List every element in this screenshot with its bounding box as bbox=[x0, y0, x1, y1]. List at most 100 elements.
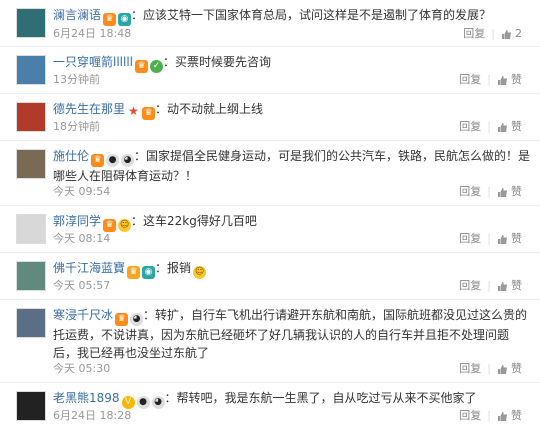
avatar[interactable] bbox=[16, 102, 46, 132]
like-label: 赞 bbox=[511, 409, 522, 422]
username-link[interactable]: 一只穿喱箭llllll bbox=[53, 55, 133, 69]
gray-icon: ● bbox=[106, 154, 120, 167]
like-button[interactable]: 赞 bbox=[497, 120, 522, 134]
comment-time: 6月24日 18:48 bbox=[53, 27, 132, 40]
divider: | bbox=[487, 409, 491, 422]
like-button[interactable]: 赞 bbox=[497, 409, 522, 423]
comment-item: 德先生在那里 ★ ♛ ：动不动就上纲上线 18分钟前 回复 | 赞 bbox=[0, 94, 540, 141]
username-link[interactable]: 澜言澜语 bbox=[53, 8, 101, 22]
comment-actions: 回复 | 赞 bbox=[459, 362, 522, 376]
member-icon: ♛ bbox=[103, 219, 117, 232]
comment-item: 一只穿喱箭llllll ♛ ✓ ：买票时候要先咨询 13分钟前 回复 | 赞 bbox=[0, 47, 540, 94]
panda-icon: ◕ bbox=[130, 313, 144, 326]
like-button[interactable]: 赞 bbox=[497, 185, 522, 199]
comment-text-line: 老黑熊1898 V ● ◕ ：帮转吧，我是东航一生黑了，自从吃过亏从来不买他家了 bbox=[53, 389, 532, 409]
reply-button[interactable]: 回复 bbox=[463, 27, 485, 41]
divider: | bbox=[487, 362, 491, 375]
comment-text-line: 澜言澜语 ♛ ◉ ：应该艾特一下国家体育总局，试问这样是不是遏制了体育的发展？ bbox=[53, 6, 532, 26]
reply-button[interactable]: 回复 bbox=[459, 409, 481, 423]
gray-icon: ● bbox=[136, 396, 150, 409]
thumbs-up-icon bbox=[497, 187, 508, 198]
thumbs-up-icon bbox=[497, 234, 508, 245]
username-link[interactable]: 郭淳同学 bbox=[53, 214, 101, 228]
reply-button[interactable]: 回复 bbox=[459, 232, 481, 246]
username-link[interactable]: 佛千江海蓝寶 bbox=[53, 261, 125, 275]
comment-time: 今天 09:54 bbox=[53, 185, 111, 198]
reply-button[interactable]: 回复 bbox=[459, 362, 481, 376]
comment-text-line: 一只穿喱箭llllll ♛ ✓ ：买票时候要先咨询 bbox=[53, 53, 532, 73]
comment-time: 13分钟前 bbox=[53, 73, 100, 86]
vip-icon: ♛ bbox=[127, 266, 141, 279]
comment-time: 今天 08:14 bbox=[53, 232, 111, 245]
avatar[interactable] bbox=[16, 391, 46, 421]
like-button[interactable]: 赞 bbox=[497, 362, 522, 376]
v-icon: V bbox=[121, 396, 135, 409]
divider: | bbox=[487, 279, 491, 292]
like-button[interactable]: 赞 bbox=[497, 232, 522, 246]
member-icon: ♛ bbox=[135, 60, 149, 73]
comment-time: 18分钟前 bbox=[53, 120, 100, 133]
avatar[interactable] bbox=[16, 55, 46, 85]
avatar[interactable] bbox=[16, 8, 46, 38]
like-count: 2 bbox=[515, 27, 522, 40]
like-button[interactable]: 2 bbox=[501, 27, 522, 41]
thumbs-up-icon bbox=[497, 411, 508, 422]
divider: | bbox=[491, 27, 495, 40]
reply-button[interactable]: 回复 bbox=[459, 185, 481, 199]
comment-item: 澜言澜语 ♛ ◉ ：应该艾特一下国家体育总局，试问这样是不是遏制了体育的发展？ 6月2… bbox=[0, 0, 540, 47]
avatar[interactable] bbox=[16, 214, 46, 244]
comment-text: ：动不动就上纲上线 bbox=[155, 102, 264, 116]
comment-actions: 回复 | 赞 bbox=[459, 232, 522, 246]
comment-text-line: 德先生在那里 ★ ♛ ：动不动就上纲上线 bbox=[53, 100, 532, 120]
reply-button[interactable]: 回复 bbox=[459, 279, 481, 293]
like-label: 赞 bbox=[511, 232, 522, 245]
face-icon: ☺ bbox=[118, 219, 132, 232]
comment-item: 佛千江海蓝寶 ♛ ◉ ：报销 ☺ 今天 05:57 回复 | 赞 bbox=[0, 253, 540, 300]
like-button[interactable]: 赞 bbox=[497, 279, 522, 293]
like-button[interactable]: 赞 bbox=[497, 73, 522, 87]
avatar[interactable] bbox=[16, 261, 46, 291]
comment-item: 施仕伦 ♛ ● ◕ ：国家提倡全民健身运动，可是我们的公共汽车，铁路，民航怎么做的！是哪… bbox=[0, 141, 540, 206]
thumbs-up-icon bbox=[501, 29, 512, 40]
like-label: 赞 bbox=[511, 120, 522, 133]
emoji-icon: ☺ bbox=[193, 266, 207, 279]
comment-text: ：买票时候要先咨询 bbox=[163, 55, 272, 69]
panda-icon: ◕ bbox=[121, 154, 135, 167]
member-icon: ♛ bbox=[91, 154, 105, 167]
avatar[interactable] bbox=[16, 308, 46, 338]
avatar[interactable] bbox=[16, 149, 46, 179]
reply-button[interactable]: 回复 bbox=[459, 73, 481, 87]
like-label: 赞 bbox=[511, 73, 522, 86]
panda-icon: ◕ bbox=[151, 396, 165, 409]
thumbs-up-icon bbox=[497, 364, 508, 375]
green-icon: ✓ bbox=[150, 60, 164, 73]
username-link[interactable]: 施仕伦 bbox=[53, 149, 89, 163]
member-icon: ♛ bbox=[115, 313, 129, 326]
comment-item: 寒浸千尺冰 ♛ ◕ ：转扩，自行车飞机出行请避开东航和南航，国际航班都没见过这么贵的托… bbox=[0, 300, 540, 383]
comment-text-line: 寒浸千尺冰 ♛ ◕ ：转扩，自行车飞机出行请避开东航和南航，国际航班都没见过这么贵的托… bbox=[53, 306, 532, 362]
comment-text-line: 佛千江海蓝寶 ♛ ◉ ：报销 ☺ bbox=[53, 259, 532, 279]
comment-time: 今天 05:30 bbox=[53, 362, 111, 375]
reply-button[interactable]: 回复 bbox=[459, 120, 481, 134]
comment-list: 澜言澜语 ♛ ◉ ：应该艾特一下国家体育总局，试问这样是不是遏制了体育的发展？ 6月2… bbox=[0, 0, 540, 429]
comment-text-line: 施仕伦 ♛ ● ◕ ：国家提倡全民健身运动，可是我们的公共汽车，铁路，民航怎么做的！是哪… bbox=[53, 147, 532, 185]
comment-actions: 回复 | 2 bbox=[463, 27, 522, 41]
comment-actions: 回复 | 赞 bbox=[459, 73, 522, 87]
comment-actions: 回复 | 赞 bbox=[459, 185, 522, 199]
like-label: 赞 bbox=[511, 185, 522, 198]
comment-item: 郭淳同学 ♛ ☺ ：这车22kg得好几百吧 今天 08:14 回复 | 赞 bbox=[0, 206, 540, 253]
comment-text: ：应该艾特一下国家体育总局，试问这样是不是遏制了体育的发展？ bbox=[131, 8, 492, 22]
comment-item: 老黑熊1898 V ● ◕ ：帮转吧，我是东航一生黑了，自从吃过亏从来不买他家了 6月2… bbox=[0, 383, 540, 429]
teal-icon: ◉ bbox=[142, 266, 156, 279]
comment-actions: 回复 | 赞 bbox=[459, 120, 522, 134]
divider: | bbox=[487, 120, 491, 133]
divider: | bbox=[487, 232, 491, 245]
username-link[interactable]: 德先生在那里 bbox=[53, 102, 125, 116]
divider: | bbox=[487, 73, 491, 86]
comment-text: ：帮转吧，我是东航一生黑了，自从吃过亏从来不买他家了 bbox=[164, 391, 477, 405]
username-link[interactable]: 寒浸千尺冰 bbox=[53, 308, 113, 322]
divider: | bbox=[487, 185, 491, 198]
username-link[interactable]: 老黑熊1898 bbox=[53, 391, 120, 405]
comment-text: ：这车22kg得好几百吧 bbox=[131, 214, 257, 228]
member-icon: ♛ bbox=[142, 107, 156, 120]
